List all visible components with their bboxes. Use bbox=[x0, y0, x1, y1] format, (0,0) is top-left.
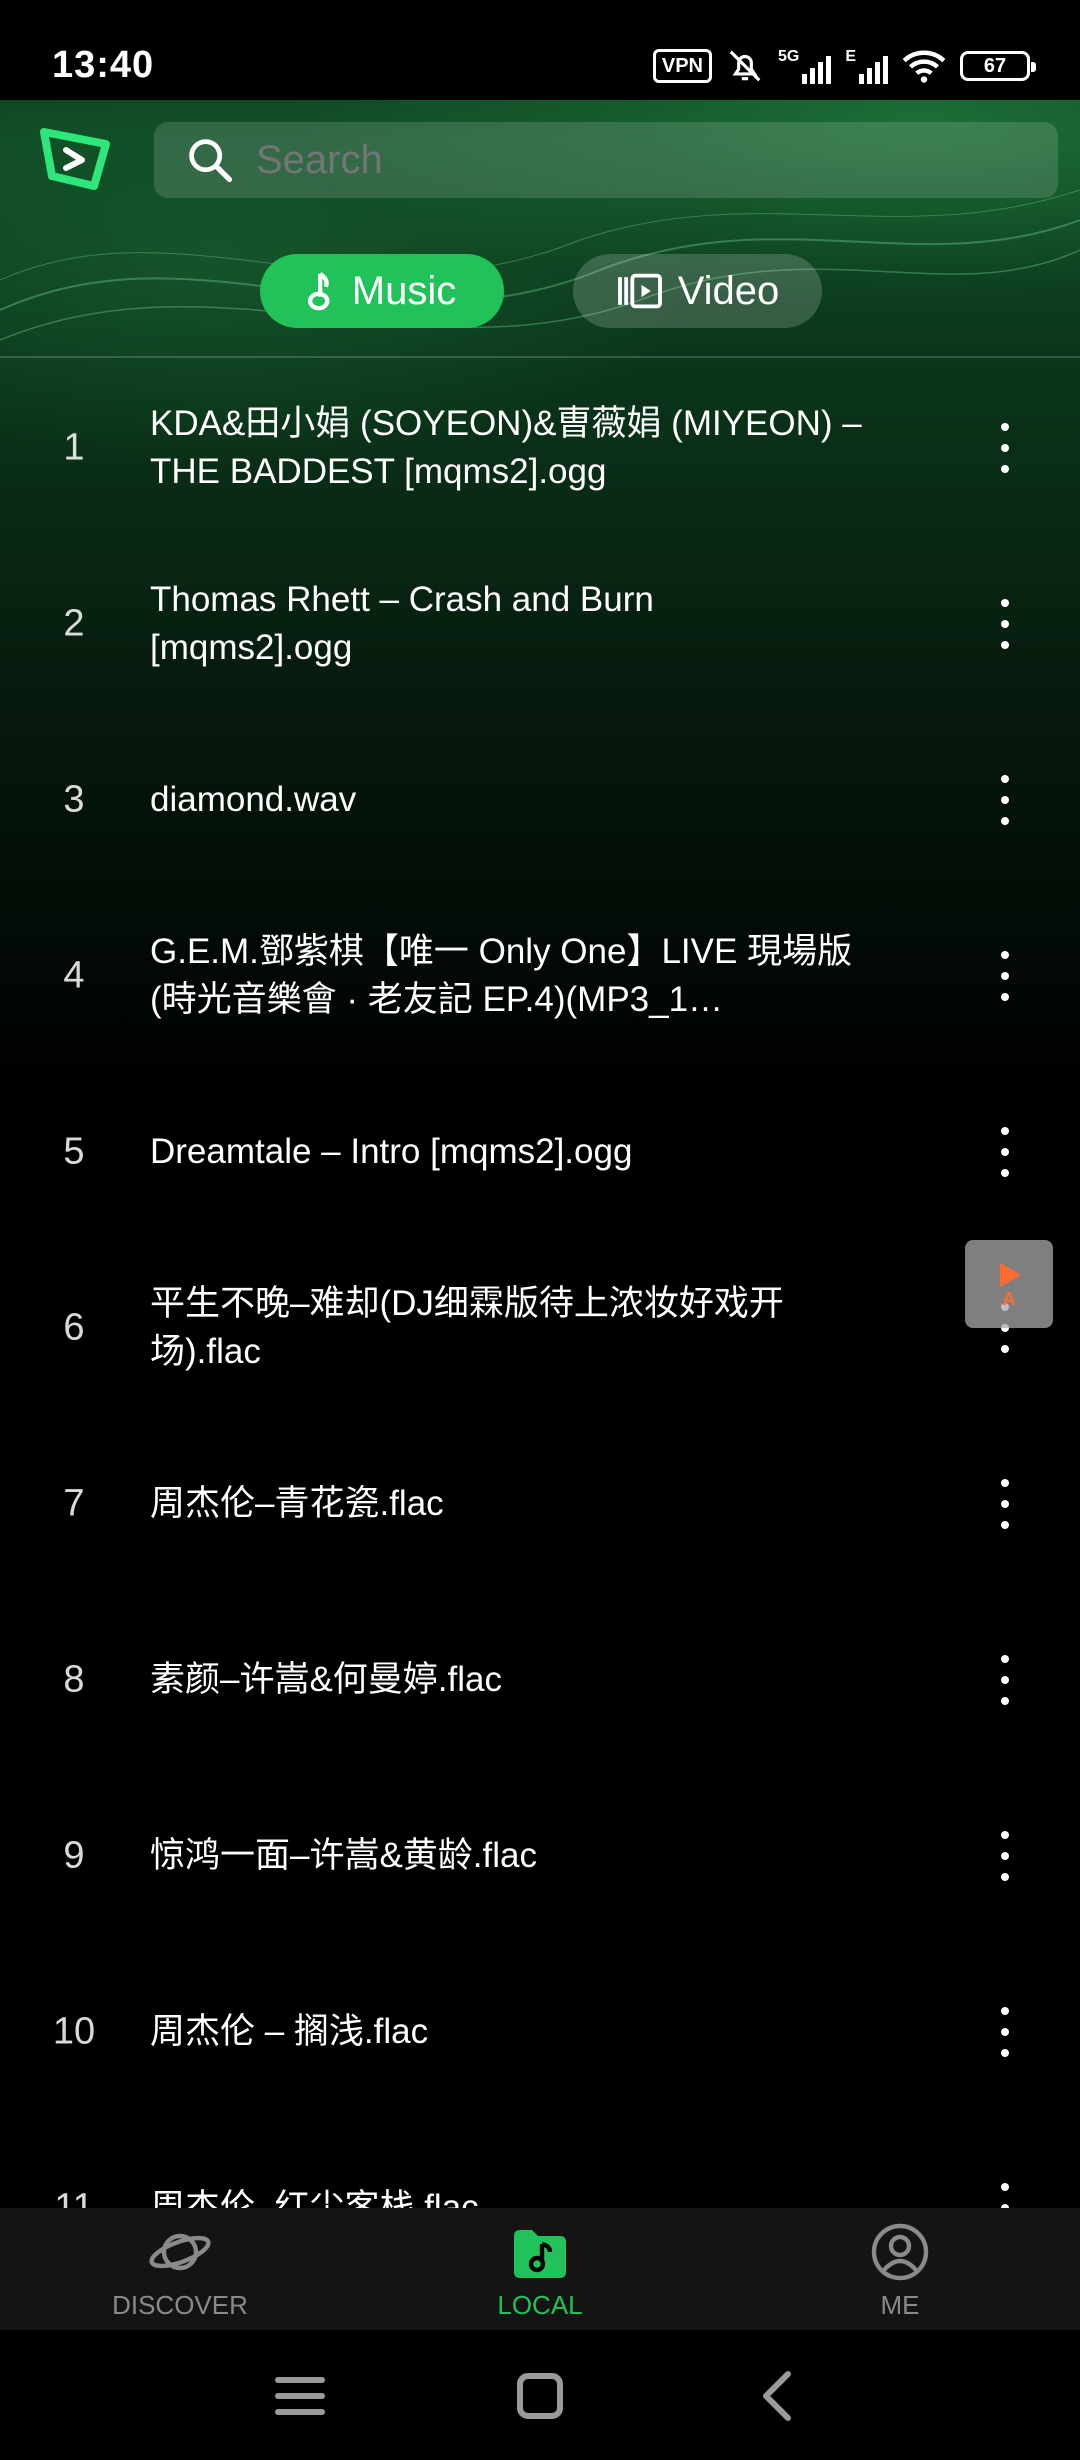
nav-item-local[interactable]: LOCAL bbox=[420, 2208, 660, 2330]
back-icon[interactable] bbox=[750, 2366, 810, 2426]
search-bar[interactable] bbox=[154, 122, 1058, 198]
song-title: 周杰伦 – 搁浅.flac bbox=[150, 2012, 429, 2051]
app-logo-icon[interactable] bbox=[36, 124, 120, 194]
song-title: G.E.M.鄧紫棋【唯一 Only One】LIVE 現場版 (時光音樂會 · … bbox=[150, 932, 853, 1019]
song-index: 7 bbox=[63, 1482, 85, 1525]
play-icon bbox=[1000, 1263, 1021, 1287]
list-item[interactable]: 7 周杰伦–青花瓷.flac bbox=[0, 1416, 1080, 1592]
song-index: 9 bbox=[63, 1834, 85, 1877]
nav-label-me: ME bbox=[880, 2290, 920, 2320]
list-item[interactable]: 8 素颜–许嵩&何曼婷.flac bbox=[0, 1592, 1080, 1768]
song-list: 1 KDA&田小娟 (SOYEON)&曺薇娟 (MIYEON) – THE BA… bbox=[0, 360, 1080, 2208]
song-index: 4 bbox=[63, 954, 85, 997]
song-index: 2 bbox=[63, 602, 85, 645]
list-item[interactable]: 10 周杰伦 – 搁浅.flac bbox=[0, 1944, 1080, 2120]
status-bar: 13:40 VPN 5G E 67 bbox=[0, 0, 1080, 100]
vpn-icon: VPN bbox=[652, 49, 712, 83]
status-time: 13:40 bbox=[52, 44, 155, 86]
status-icons: VPN 5G E 67 bbox=[652, 46, 1036, 86]
song-index: 8 bbox=[63, 1658, 85, 1701]
divider bbox=[0, 356, 1080, 358]
profile-icon bbox=[871, 2223, 929, 2281]
system-nav-bar bbox=[0, 2330, 1080, 2460]
more-options-icon[interactable] bbox=[990, 423, 1020, 473]
song-title: Dreamtale – Intro [mqms2].ogg bbox=[150, 1132, 633, 1171]
network-label: 5G bbox=[777, 48, 800, 65]
more-options-icon[interactable] bbox=[990, 951, 1020, 1001]
song-index: 11 bbox=[54, 2186, 94, 2209]
music-note-icon bbox=[307, 272, 330, 311]
planet-icon bbox=[149, 2233, 211, 2271]
search-input[interactable] bbox=[256, 137, 956, 183]
battery-icon: 67 bbox=[960, 51, 1036, 81]
song-index: 5 bbox=[63, 1130, 85, 1173]
list-item[interactable]: 11 周杰伦_红尘客栈.flac bbox=[0, 2120, 1080, 2208]
song-title: 素颜–许嵩&何曼婷.flac bbox=[150, 1660, 503, 1699]
song-title: diamond.wav bbox=[150, 780, 357, 819]
more-options-icon[interactable] bbox=[990, 2183, 1020, 2208]
search-icon bbox=[189, 139, 233, 183]
battery-level: 67 bbox=[983, 54, 1007, 77]
list-item[interactable]: 3 diamond.wav bbox=[0, 712, 1080, 888]
song-index: 10 bbox=[52, 2010, 96, 2053]
mute-bell-icon bbox=[729, 50, 761, 82]
song-title: Thomas Rhett – Crash and Burn [mqms2].og… bbox=[150, 580, 654, 667]
more-options-icon[interactable] bbox=[990, 1655, 1020, 1705]
list-item[interactable]: 2 Thomas Rhett – Crash and Burn [mqms2].… bbox=[0, 536, 1080, 712]
song-index: 3 bbox=[63, 778, 85, 821]
more-options-icon[interactable] bbox=[990, 2007, 1020, 2057]
more-options-icon[interactable] bbox=[990, 599, 1020, 649]
video-icon bbox=[617, 273, 662, 309]
home-icon[interactable] bbox=[510, 2366, 570, 2426]
floating-player-label: A bbox=[1002, 1289, 1016, 1309]
secondary-network-label: E bbox=[845, 48, 856, 65]
nav-item-me[interactable]: ME bbox=[780, 2208, 1020, 2330]
song-index: 1 bbox=[63, 426, 85, 469]
song-title: KDA&田小娟 (SOYEON)&曺薇娟 (MIYEON) – THE BADD… bbox=[150, 404, 862, 491]
more-options-icon[interactable] bbox=[990, 775, 1020, 825]
list-item[interactable]: 9 惊鸿一面–许嵩&黄龄.flac bbox=[0, 1768, 1080, 1944]
tab-music[interactable]: Music bbox=[260, 254, 504, 328]
song-title: 平生不晚–难却(DJ细霖版待上浓妆好戏开场).flac bbox=[150, 1284, 784, 1371]
list-item[interactable]: 5 Dreamtale – Intro [mqms2].ogg bbox=[0, 1064, 1080, 1240]
menu-icon[interactable] bbox=[270, 2366, 330, 2426]
tab-video[interactable]: Video bbox=[573, 254, 822, 328]
nav-label-local: LOCAL bbox=[497, 2290, 583, 2320]
tab-video-label: Video bbox=[677, 268, 780, 313]
list-item[interactable]: 6 平生不晚–难却(DJ细霖版待上浓妆好戏开场).flac bbox=[0, 1240, 1080, 1416]
song-title: 惊鸿一面–许嵩&黄龄.flac bbox=[150, 1836, 538, 1875]
bottom-nav: DISCOVER LOCAL ME bbox=[0, 2208, 1080, 2330]
local-folder-music-icon bbox=[514, 2230, 566, 2278]
wifi-icon bbox=[902, 50, 946, 83]
song-title: 周杰伦–青花瓷.flac bbox=[150, 1484, 444, 1523]
signal-e-icon: E bbox=[845, 48, 888, 84]
more-options-icon[interactable] bbox=[990, 1831, 1020, 1881]
media-tabs: Music Video bbox=[0, 254, 1080, 328]
floating-player-button[interactable]: A bbox=[965, 1240, 1053, 1328]
list-item[interactable]: 4 G.E.M.鄧紫棋【唯一 Only One】LIVE 現場版 (時光音樂會 … bbox=[0, 888, 1080, 1064]
tab-music-label: Music bbox=[351, 268, 457, 313]
more-options-icon[interactable] bbox=[990, 1127, 1020, 1177]
signal-5g-icon: 5G bbox=[777, 48, 832, 84]
nav-label-discover: DISCOVER bbox=[112, 2290, 248, 2320]
more-options-icon[interactable] bbox=[990, 1479, 1020, 1529]
list-item[interactable]: 1 KDA&田小娟 (SOYEON)&曺薇娟 (MIYEON) – THE BA… bbox=[0, 360, 1080, 536]
nav-item-discover[interactable]: DISCOVER bbox=[60, 2208, 300, 2330]
song-index: 6 bbox=[63, 1306, 85, 1349]
song-title: 周杰伦_红尘客栈.flac bbox=[150, 2188, 479, 2208]
